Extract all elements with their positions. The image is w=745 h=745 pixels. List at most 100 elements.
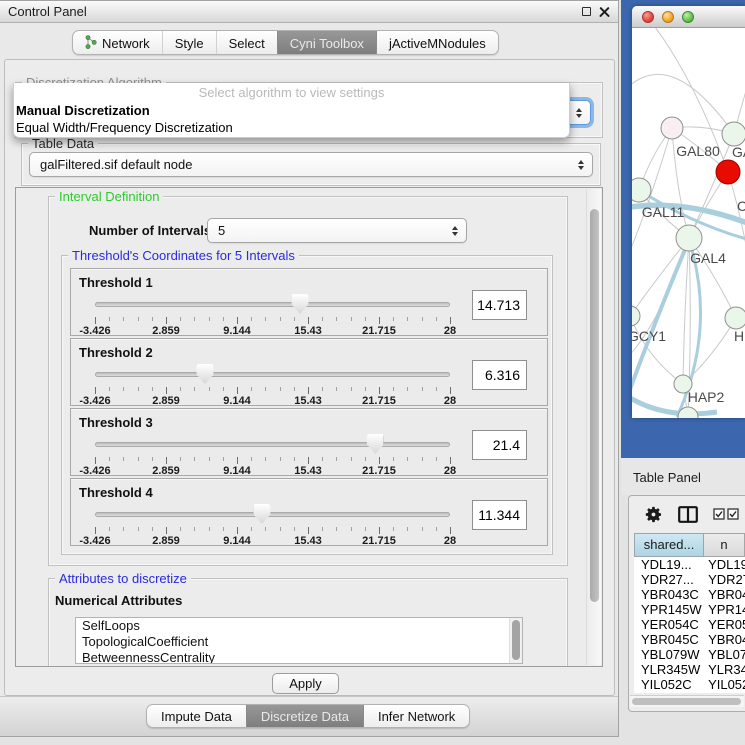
thresholds-group: Threshold's Coordinates for 5 Intervals …: [61, 255, 553, 555]
number-of-intervals-label: Number of Intervals: [89, 223, 211, 238]
node[interactable]: [676, 225, 702, 251]
popup-prompt-item: Select algorithm to view settings: [14, 85, 569, 100]
threshold-value-field[interactable]: 11.344: [472, 500, 527, 530]
node[interactable]: [725, 307, 745, 329]
slider-thumb[interactable]: [291, 294, 308, 314]
tab-jactivemnodules[interactable]: jActiveMNodules: [376, 31, 498, 54]
threshold-panel-1: Threshold 1 -3.4262.8599.14415.4321.7152…: [70, 268, 548, 336]
slider-track[interactable]: [95, 442, 450, 447]
combo-arrows-icon: [452, 226, 458, 236]
node[interactable]: [632, 178, 651, 202]
network-graph[interactable]: GAL80 GA C GAL11 GAL4 GCY1 H HAP2: [632, 28, 745, 418]
table-row[interactable]: YDL19...YDL19...: [634, 557, 745, 572]
threshold-label: Threshold 2: [79, 345, 153, 360]
number-of-intervals-combobox[interactable]: 5: [207, 218, 467, 243]
close-icon[interactable]: [599, 6, 610, 17]
checkbox-icons[interactable]: [713, 508, 739, 520]
node-label: GAL80: [676, 143, 720, 159]
numerical-attributes-list[interactable]: SelfLoops TopologicalCoefficient Between…: [75, 617, 523, 664]
scrollbar-thumb[interactable]: [632, 698, 741, 705]
control-panel-titlebar[interactable]: Control Panel: [0, 1, 618, 23]
table-row[interactable]: YBR043CYBR043C: [634, 587, 745, 602]
list-item[interactable]: TopologicalCoefficient: [76, 634, 522, 650]
threshold-slider[interactable]: -3.4262.8599.14415.4321.71528: [95, 503, 450, 545]
table-row[interactable]: YER054CYER054C: [634, 617, 745, 632]
table-row[interactable]: YPR145WYPR145W: [634, 602, 745, 617]
popup-option-equal-width[interactable]: Equal Width/Frequency Discretization: [16, 120, 233, 135]
slider-ticks: -3.4262.8599.14415.4321.71528: [95, 527, 450, 547]
popup-option-manual[interactable]: Manual Discretization: [16, 103, 150, 118]
threshold-panel-2: Threshold 2 -3.4262.8599.14415.4321.7152…: [70, 338, 548, 406]
attributes-group-label: Attributes to discretize: [55, 571, 191, 586]
nodes[interactable]: [632, 117, 745, 418]
table-header: shared... n: [634, 533, 745, 557]
threshold-value-field[interactable]: 21.4: [472, 430, 527, 460]
tab-select[interactable]: Select: [216, 31, 277, 54]
tab-impute-data[interactable]: Impute Data: [147, 705, 246, 727]
threshold-value-field[interactable]: 6.316: [472, 360, 527, 390]
node-label: GAL11: [642, 204, 685, 220]
table-row[interactable]: YLR345WYLR345W: [634, 662, 745, 677]
tab-discretize-data[interactable]: Discretize Data: [246, 705, 363, 727]
threshold-slider[interactable]: -3.4262.8599.14415.4321.71528: [95, 433, 450, 475]
threshold-slider[interactable]: -3.4262.8599.14415.4321.71528: [95, 363, 450, 405]
settings-scrollbar[interactable]: [586, 189, 601, 665]
list-item[interactable]: SelfLoops: [76, 618, 522, 634]
tab-network[interactable]: Network: [73, 31, 162, 54]
table-row[interactable]: YIL052CYIL052C: [634, 677, 745, 692]
columns-icon[interactable]: [678, 506, 698, 523]
list-item[interactable]: BetweennessCentrality: [76, 650, 522, 664]
slider-thumb[interactable]: [253, 504, 270, 524]
threshold-label: Threshold 4: [79, 485, 153, 500]
zoom-button[interactable]: [682, 11, 694, 23]
network-icon: [85, 35, 97, 50]
table-data-combobox[interactable]: galFiltered.sif default node: [29, 152, 593, 177]
threshold-label: Threshold 1: [79, 275, 153, 290]
threshold-slider[interactable]: -3.4262.8599.14415.4321.71528: [95, 293, 450, 335]
network-window-titlebar[interactable]: [632, 6, 745, 28]
checkbox-icon[interactable]: [727, 508, 739, 520]
slider-track[interactable]: [95, 512, 450, 517]
node[interactable]: [661, 117, 683, 139]
node-label: HAP2: [688, 389, 725, 405]
cyni-toolbox-panel: Discretization Algorithm Table Data galF…: [4, 59, 615, 696]
slider-thumb[interactable]: [367, 434, 384, 454]
table-panel: shared... n YDL19...YDL19...YDR27...YDR2…: [628, 495, 745, 712]
slider-track[interactable]: [95, 372, 450, 377]
minimize-button[interactable]: [662, 11, 674, 23]
table-hscrollbar[interactable]: [630, 695, 744, 707]
threshold-value-field[interactable]: 14.713: [472, 290, 527, 320]
list-scrollbar[interactable]: [509, 618, 522, 663]
network-canvas[interactable]: GAL80 GA C GAL11 GAL4 GCY1 H HAP2: [632, 28, 745, 418]
node-selected-red[interactable]: [716, 160, 740, 184]
close-button[interactable]: [642, 11, 654, 23]
slider-ticks: -3.4262.8599.14415.4321.71528: [95, 387, 450, 407]
slider-ticks: -3.4262.8599.14415.4321.71528: [95, 457, 450, 477]
tab-style[interactable]: Style: [162, 31, 216, 54]
table-row[interactable]: YBL079WYBL079W: [634, 647, 745, 662]
tab-label: Impute Data: [161, 708, 232, 725]
table-row[interactable]: YDR27...YDR27...: [634, 572, 745, 587]
tab-label: jActiveMNodules: [389, 35, 486, 52]
node[interactable]: [722, 122, 745, 146]
scrollbar-thumb[interactable]: [512, 620, 520, 660]
float-window-icon[interactable]: [582, 7, 591, 16]
tab-cyni-toolbox[interactable]: Cyni Toolbox: [277, 31, 376, 54]
column-header-shared-name[interactable]: shared...: [634, 533, 704, 557]
table-row[interactable]: YBR045CYBR045C: [634, 632, 745, 647]
node[interactable]: [632, 306, 640, 326]
slider-track[interactable]: [95, 302, 450, 307]
scrollbar-thumb[interactable]: [590, 209, 599, 602]
window-title: Control Panel: [8, 4, 87, 19]
node-label: C: [737, 198, 745, 214]
threshold-panel-3: Threshold 3 -3.4262.8599.14415.4321.7152…: [70, 408, 548, 476]
column-header-name[interactable]: n: [704, 533, 745, 557]
tab-infer-network[interactable]: Infer Network: [363, 705, 469, 727]
interval-definition-group: Interval Definition Number of Intervals …: [48, 196, 568, 566]
apply-button[interactable]: Apply: [272, 673, 339, 694]
edges-gray: [632, 28, 745, 418]
checkbox-icon[interactable]: [713, 508, 725, 520]
slider-thumb[interactable]: [197, 364, 214, 384]
tab-label: Select: [229, 35, 265, 52]
gear-icon[interactable]: [644, 505, 663, 524]
